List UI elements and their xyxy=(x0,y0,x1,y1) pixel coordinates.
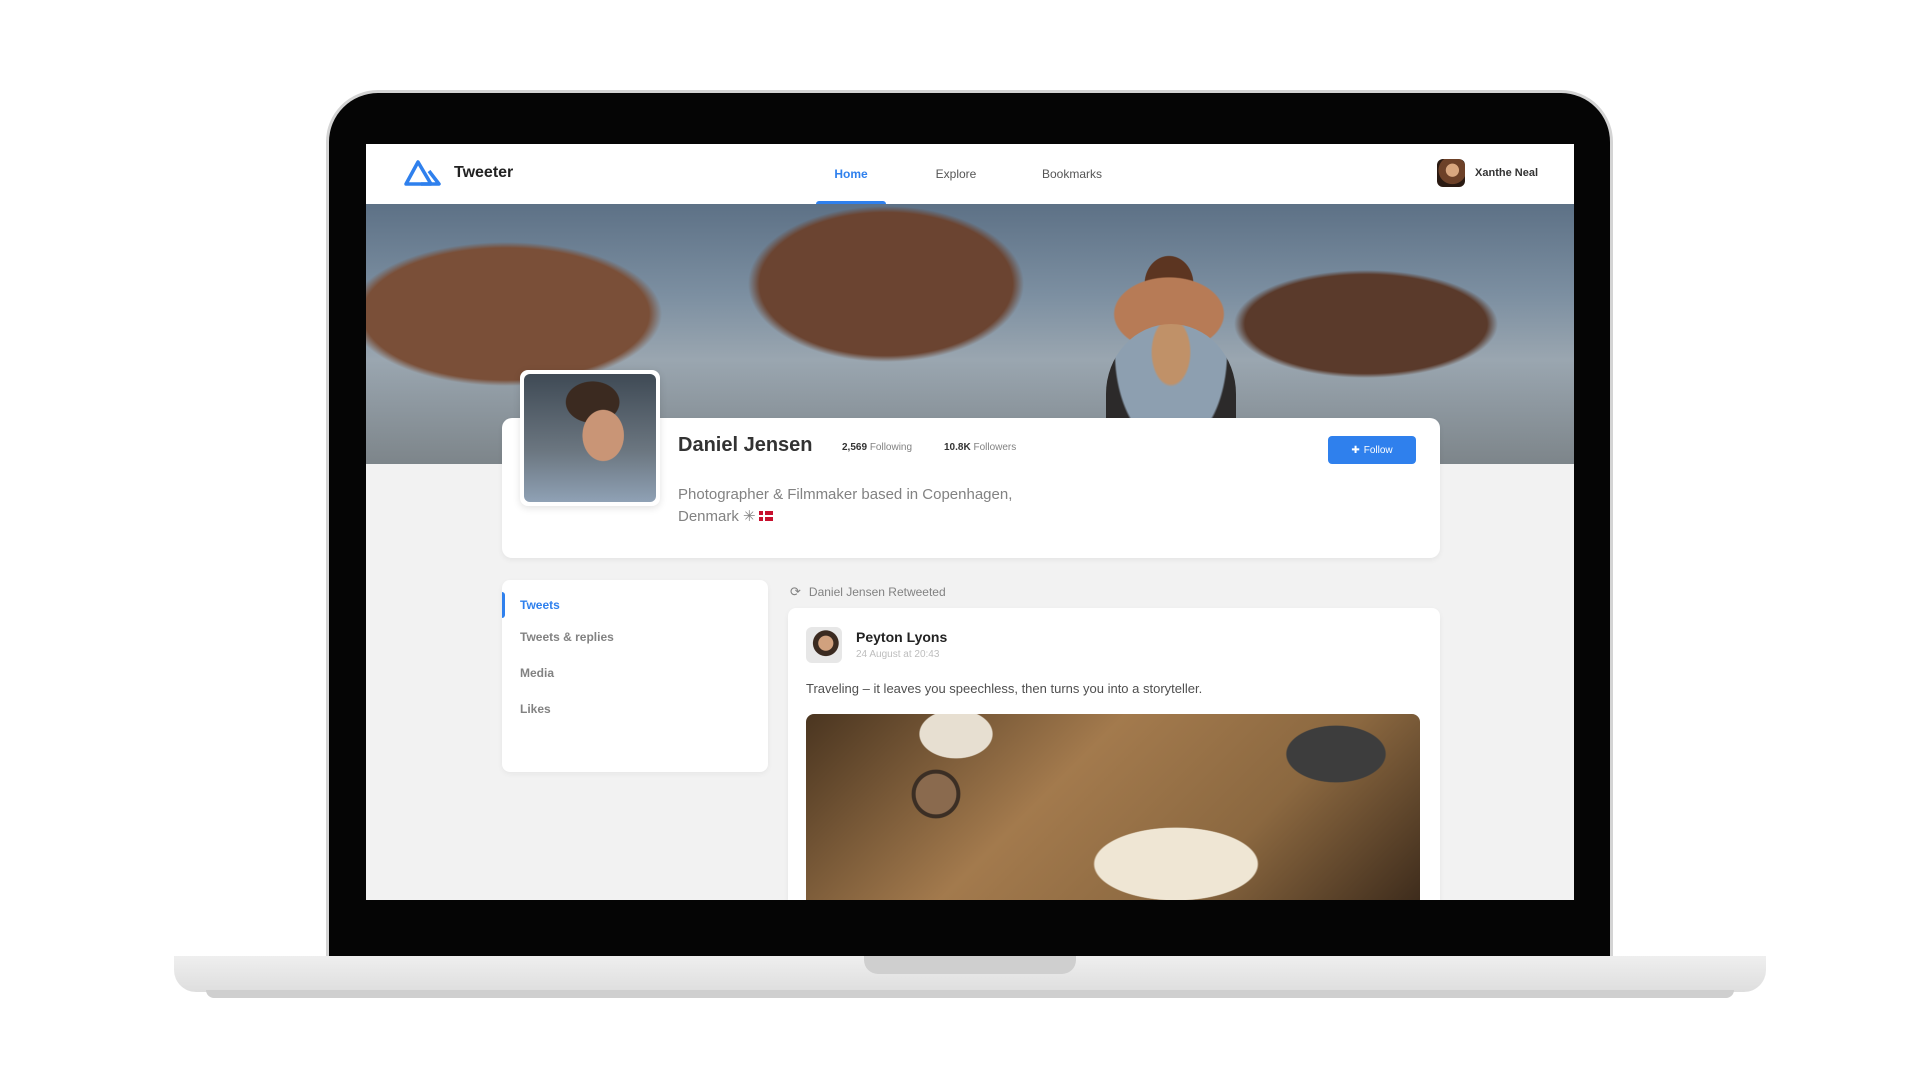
follow-button-label: Follow xyxy=(1363,444,1393,456)
following-count: 2,569 xyxy=(842,442,868,453)
profile-avatar-image xyxy=(524,374,656,502)
tab-bookmarks[interactable]: Bookmarks xyxy=(1030,144,1114,204)
denmark-flag-icon xyxy=(758,511,773,521)
tweet-text: Traveling – it leaves you speechless, th… xyxy=(806,681,1203,696)
followers-count: 10.8K xyxy=(944,442,971,453)
top-navbar: Tweeter Home Explore Bookmarks Xanthe Ne… xyxy=(366,144,1574,204)
profile-bio: Photographer & Filmmaker based in Copenh… xyxy=(678,484,1038,528)
laptop-notch xyxy=(864,956,1076,974)
tweet-image[interactable] xyxy=(806,714,1420,900)
retweet-indicator: ⟳ Daniel Jensen Retweeted xyxy=(790,584,946,600)
profile-avatar xyxy=(520,370,660,506)
user-menu[interactable]: Xanthe Neal xyxy=(1437,159,1538,187)
laptop-base-shadow xyxy=(206,990,1734,998)
app-name: Tweeter xyxy=(454,164,514,181)
menu-item-tweets[interactable]: Tweets xyxy=(502,592,768,618)
profile-tabs-menu: Tweets Tweets & replies Media Likes xyxy=(502,580,768,772)
followers-stat[interactable]: 10.8K Followers xyxy=(944,442,1016,453)
tweet-author-avatar[interactable] xyxy=(806,627,842,663)
followers-label: Followers xyxy=(973,442,1017,453)
menu-item-tweets-replies[interactable]: Tweets & replies xyxy=(502,624,768,650)
following-stat[interactable]: 2,569 Following xyxy=(842,442,912,453)
retweet-label: Daniel Jensen Retweeted xyxy=(808,585,946,599)
tab-explore[interactable]: Explore xyxy=(920,144,992,204)
app-screen: Tweeter Home Explore Bookmarks Xanthe Ne… xyxy=(366,144,1574,900)
tweeter-logo-icon xyxy=(404,160,441,186)
follow-button[interactable]: ✚ Follow xyxy=(1328,436,1416,464)
tab-home[interactable]: Home xyxy=(816,144,886,204)
bio-line-1: Photographer & Filmmaker based in Copenh… xyxy=(678,486,1013,503)
brand[interactable]: Tweeter xyxy=(404,159,513,187)
following-label: Following xyxy=(869,442,913,453)
retweet-icon: ⟳ xyxy=(790,584,801,599)
tweet-author-name[interactable]: Peyton Lyons xyxy=(856,629,947,645)
menu-item-likes[interactable]: Likes xyxy=(502,696,768,722)
user-avatar xyxy=(1437,159,1466,187)
bio-line-2: Denmark ✳ xyxy=(678,508,756,525)
user-name: Xanthe Neal xyxy=(1475,167,1538,179)
profile-name: Daniel Jensen xyxy=(678,434,813,456)
menu-item-media[interactable]: Media xyxy=(502,660,768,686)
tweet-timestamp: 24 August at 20:43 xyxy=(856,649,940,660)
add-person-icon: ✚ xyxy=(1351,444,1360,456)
